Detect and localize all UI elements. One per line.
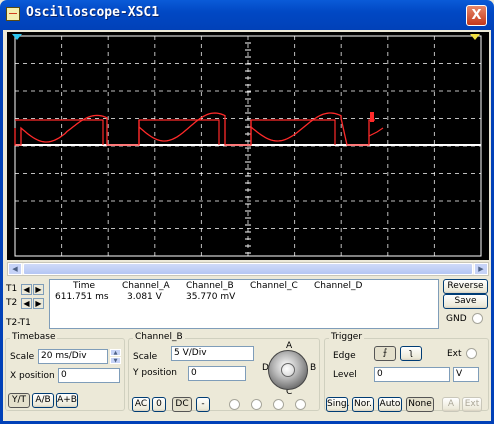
channel-radio-3[interactable] (273, 399, 284, 410)
header-channel-d: Channel_D (314, 281, 363, 291)
channel-a-pulse-3 (250, 119, 336, 145)
window-titlebar: Oscilloscope-XSC1 X (0, 0, 494, 30)
scroll-thumb[interactable] (23, 263, 473, 275)
trigger-auto-button[interactable]: Auto (378, 397, 402, 412)
channel-a-pulse-2 (138, 119, 220, 145)
trigger-level-unit[interactable]: V (453, 367, 479, 382)
cursor-t2-marker-icon[interactable] (470, 34, 480, 40)
channel-b-label: Channel_B (133, 332, 185, 342)
t1-label: T1 (6, 284, 18, 294)
mode-ab-button[interactable]: A/B (32, 393, 54, 408)
x-position-field[interactable]: 0 (58, 368, 120, 383)
trigger-none-button[interactable]: None (406, 397, 434, 412)
coupling-ac-button[interactable]: AC (132, 397, 150, 412)
rising-edge-icon[interactable]: ⨍ (374, 346, 396, 361)
gnd-radio[interactable] (472, 313, 483, 324)
gnd-label: GND (446, 314, 467, 324)
y-position-field[interactable]: 0 (188, 366, 246, 381)
window-title: Oscilloscope-XSC1 (26, 5, 160, 20)
measurement-readout: Time Channel_A Channel_B Channel_C Chann… (49, 279, 439, 329)
header-channel-a: Channel_A (122, 281, 170, 291)
scroll-left-arrow-icon[interactable]: ◀ (8, 263, 22, 275)
oscilloscope-app-icon (6, 7, 20, 21)
coupling-dc-button[interactable]: DC (172, 397, 192, 412)
channel-radio-2[interactable] (251, 399, 262, 410)
trigger-source-a-button: A (442, 397, 460, 412)
trigger-normal-button[interactable]: Nor. (352, 397, 374, 412)
cursor-t1-marker-icon[interactable] (12, 34, 22, 40)
coupling-minus-button[interactable]: - (196, 397, 210, 412)
reverse-button[interactable]: Reverse (443, 279, 488, 294)
channel-radio-4[interactable] (295, 399, 306, 410)
save-button[interactable]: Save (443, 294, 488, 309)
channel-a-pulse-1 (15, 119, 104, 145)
coupling-zero-button[interactable]: 0 (152, 397, 166, 412)
scope-graph (14, 35, 482, 257)
timebase-scale-up-icon[interactable]: ▲ (110, 349, 121, 356)
y-position-label: Y position (133, 368, 178, 378)
timebase-scale-label: Scale (10, 352, 35, 362)
trace-end-marker (370, 112, 374, 122)
header-channel-b: Channel_B (186, 281, 234, 291)
trigger-single-button[interactable]: Sing. (326, 397, 350, 412)
timebase-label: Timebase (10, 332, 58, 342)
falling-edge-icon[interactable]: ʅ (400, 346, 422, 361)
scroll-right-arrow-icon[interactable]: ▶ (474, 263, 488, 275)
t1-time-value: 611.751 ms (55, 292, 109, 302)
channel-a-trace-tail (368, 127, 384, 137)
oscilloscope-screen[interactable] (7, 32, 489, 260)
trigger-level-field[interactable]: 0 (374, 367, 450, 382)
t2-move-left-icon[interactable]: ◀ (21, 298, 32, 309)
channel-a-trace (14, 112, 375, 146)
t2-t1-label: T2-T1 (6, 318, 31, 328)
t2-label: T2 (6, 298, 18, 308)
timebase-scale-down-icon[interactable]: ▼ (110, 357, 121, 364)
t2-move-right-icon[interactable]: ▶ (33, 298, 44, 309)
level-label: Level (333, 370, 357, 380)
t1-move-right-icon[interactable]: ▶ (33, 284, 44, 295)
t1-channel-a-value: 3.081 V (127, 292, 162, 302)
mode-aplusb-button[interactable]: A+B (56, 393, 78, 408)
t1-move-left-icon[interactable]: ◀ (21, 284, 32, 295)
edge-label: Edge (333, 351, 356, 361)
channel-radio-1[interactable] (229, 399, 240, 410)
trigger-source-ext-button: Ext (462, 397, 482, 412)
header-time: Time (73, 281, 96, 291)
ext-label: Ext (447, 349, 462, 359)
header-channel-c: Channel_C (250, 281, 298, 291)
trigger-label: Trigger (329, 332, 365, 342)
x-position-label: X position (10, 371, 55, 381)
channel-selector-knob[interactable] (268, 350, 308, 390)
knob-letter-b: B (310, 363, 317, 373)
t1-channel-b-value: 35.770 mV (186, 292, 236, 302)
timebase-scale-field[interactable]: 20 ms/Div (38, 349, 108, 364)
mode-yt-button[interactable]: Y/T (8, 393, 30, 408)
close-button[interactable]: X (466, 5, 487, 26)
ext-trigger-radio[interactable] (466, 348, 477, 359)
screen-horizontal-scrollbar[interactable]: ◀ ▶ (7, 262, 489, 276)
channel-b-scale-label: Scale (133, 352, 158, 362)
channel-b-scale-field[interactable]: 5 V/Div (171, 346, 254, 361)
